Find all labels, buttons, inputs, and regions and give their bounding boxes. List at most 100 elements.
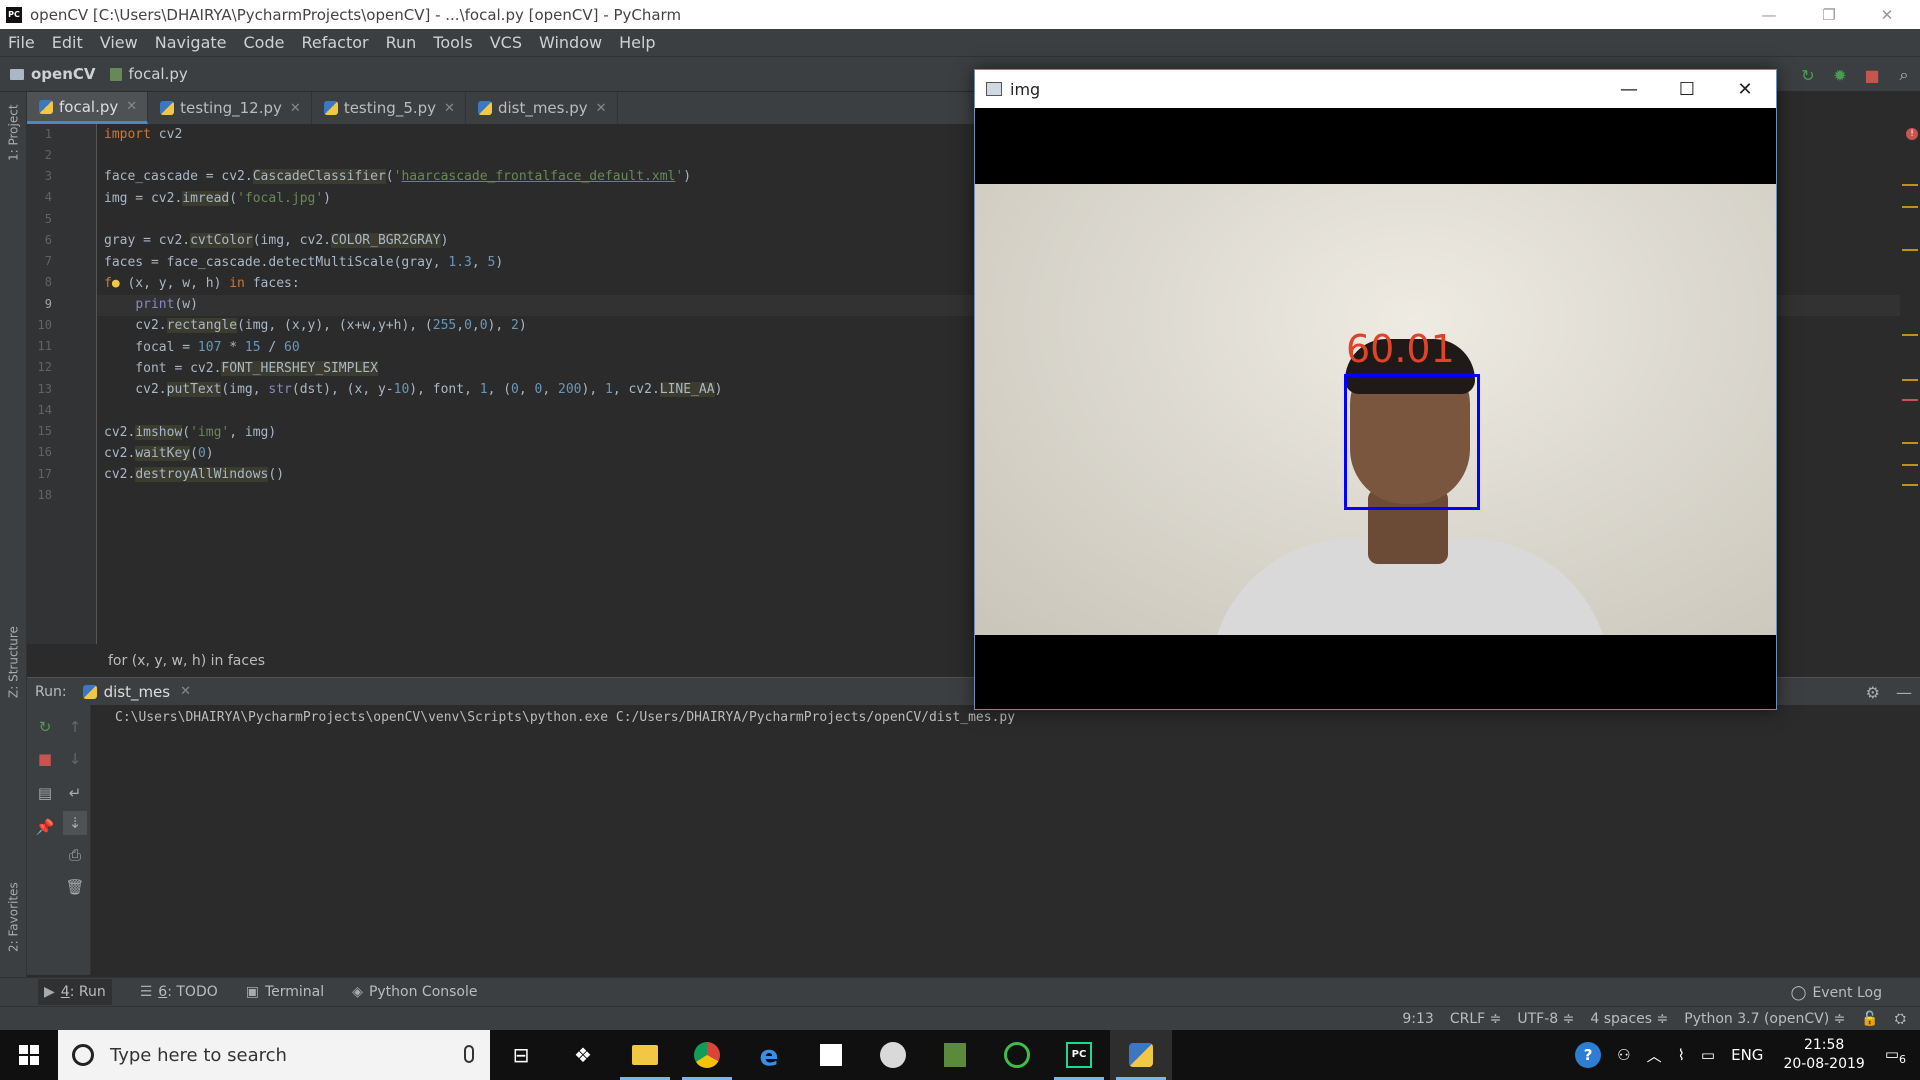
tab-dist-mes[interactable]: dist_mes.py ✕: [466, 92, 618, 124]
dropbox-icon[interactable]: ❖: [552, 1030, 614, 1080]
menu-refactor[interactable]: Refactor: [301, 33, 368, 52]
error-indicator-icon[interactable]: !: [1906, 128, 1918, 140]
tab-testing-12[interactable]: testing_12.py ✕: [148, 92, 312, 124]
favorites-tool-tab[interactable]: 2: Favorites: [0, 867, 27, 967]
scroll-to-end-icon[interactable]: ⇣: [63, 811, 87, 835]
minimize-icon[interactable]: —: [1740, 0, 1798, 29]
menu-vcs[interactable]: VCS: [490, 33, 522, 52]
inspector-icon[interactable]: ⛭: [1895, 1011, 1906, 1027]
restore-icon[interactable]: ❐: [1800, 0, 1858, 29]
python-taskbar-icon[interactable]: [1110, 1030, 1172, 1080]
menu-bar: File Edit View Navigate Code Refactor Ru…: [0, 29, 1920, 56]
close-tab-icon[interactable]: ✕: [290, 101, 301, 116]
lock-icon[interactable]: 🔓: [1861, 1011, 1878, 1027]
menu-view[interactable]: View: [100, 33, 138, 52]
warning-marker[interactable]: [1902, 379, 1918, 381]
todo-tool-tab[interactable]: ☰ 6 : TODO: [140, 984, 218, 1000]
close-tab-icon[interactable]: ✕: [596, 101, 607, 116]
terminal-tool-tab[interactable]: ▣ Terminal: [246, 984, 324, 1000]
warning-marker[interactable]: [1902, 484, 1918, 486]
close-icon[interactable]: ✕: [1858, 0, 1916, 29]
layout-icon[interactable]: ▤: [33, 781, 57, 805]
rerun-icon[interactable]: ↻: [33, 715, 57, 739]
breadcrumb-file[interactable]: focal.py: [109, 65, 188, 83]
up-arrow-icon[interactable]: ↑: [63, 715, 87, 739]
loader-app-icon[interactable]: [986, 1030, 1048, 1080]
file-encoding[interactable]: UTF-8 ≑: [1517, 1011, 1574, 1027]
file-explorer-icon[interactable]: [614, 1030, 676, 1080]
debug-icon[interactable]: ✹: [1824, 57, 1856, 93]
microphone-icon[interactable]: [464, 1045, 474, 1063]
edge-icon[interactable]: e: [738, 1030, 800, 1080]
menu-window[interactable]: Window: [539, 33, 602, 52]
task-view-icon[interactable]: ⊟: [490, 1030, 552, 1080]
opencv-image-window[interactable]: img — ☐ ✕ 60.01: [974, 69, 1777, 710]
menu-navigate[interactable]: Navigate: [155, 33, 227, 52]
menu-help[interactable]: Help: [619, 33, 655, 52]
warning-marker[interactable]: [1902, 334, 1918, 336]
app-icon[interactable]: [862, 1030, 924, 1080]
notification-icon[interactable]: ▭6: [1885, 1045, 1906, 1066]
people-icon[interactable]: ⚇: [1617, 1046, 1630, 1064]
close-tab-icon[interactable]: ✕: [126, 99, 137, 114]
run-tool-tab[interactable]: ▶ 4 : Run: [38, 979, 112, 1005]
cv-close-icon[interactable]: ✕: [1716, 70, 1774, 108]
error-stripe[interactable]: [1900, 124, 1920, 644]
chevron-up-icon[interactable]: ︿: [1647, 1045, 1662, 1066]
print-icon[interactable]: ⎙: [63, 843, 87, 867]
soft-wrap-icon[interactable]: ↵: [63, 781, 87, 805]
cv-window-titlebar[interactable]: img — ☐ ✕: [975, 70, 1776, 108]
menu-code[interactable]: Code: [244, 33, 285, 52]
line-separator[interactable]: CRLF ≑: [1450, 1011, 1502, 1027]
search-everywhere-icon[interactable]: ⌕: [1888, 57, 1920, 93]
menu-file[interactable]: File: [8, 33, 35, 52]
taskbar-search[interactable]: Type here to search: [58, 1030, 490, 1080]
project-tool-tab[interactable]: 1: Project: [0, 98, 27, 168]
down-arrow-icon[interactable]: ↓: [63, 747, 87, 771]
language-indicator[interactable]: ENG: [1731, 1046, 1763, 1064]
indent-setting[interactable]: 4 spaces ≑: [1590, 1011, 1668, 1027]
caret-position[interactable]: 9:13: [1402, 1011, 1433, 1027]
structure-tool-tab[interactable]: Z: Structure: [0, 612, 27, 712]
tab-testing-5[interactable]: testing_5.py ✕: [312, 92, 466, 124]
cv-minimize-icon[interactable]: —: [1600, 70, 1658, 108]
breadcrumb-project[interactable]: openCV: [10, 65, 96, 83]
settings-gear-icon[interactable]: ⚙: [1866, 683, 1880, 702]
stop-icon[interactable]: ■: [33, 747, 57, 771]
warning-marker[interactable]: [1902, 442, 1918, 444]
menu-run[interactable]: Run: [386, 33, 417, 52]
menu-tools[interactable]: Tools: [433, 33, 472, 52]
trash-icon[interactable]: 🗑: [63, 875, 87, 899]
event-log-label: Event Log: [1812, 984, 1882, 1001]
python-console-tool-tab[interactable]: ◈ Python Console: [352, 984, 477, 1000]
rerun-icon[interactable]: ↻: [1792, 57, 1824, 93]
pin-icon[interactable]: 📌: [33, 815, 57, 839]
chrome-icon[interactable]: [676, 1030, 738, 1080]
title-bar: PC openCV [C:\Users\DHAIRYA\PycharmProje…: [0, 0, 1920, 29]
error-marker[interactable]: [1902, 399, 1918, 401]
warning-marker[interactable]: [1902, 184, 1918, 186]
start-button[interactable]: [0, 1030, 58, 1080]
warning-marker[interactable]: [1902, 206, 1918, 208]
run-console[interactable]: C:\Users\DHAIRYA\PycharmProjects\openCV\…: [91, 705, 1920, 975]
run-tab-dist-mes[interactable]: dist_mes ✕: [82, 683, 191, 701]
event-log-tab[interactable]: ◯ Event Log: [1791, 978, 1882, 1007]
hide-panel-icon[interactable]: —: [1896, 683, 1912, 702]
menu-edit[interactable]: Edit: [52, 33, 83, 52]
interpreter-setting[interactable]: Python 3.7 (openCV) ≑: [1684, 1011, 1845, 1027]
help-icon[interactable]: ?: [1575, 1042, 1602, 1068]
close-tab-icon[interactable]: ✕: [444, 101, 455, 116]
battery-icon[interactable]: ▭: [1701, 1046, 1715, 1064]
cv-maximize-icon[interactable]: ☐: [1658, 70, 1716, 108]
warning-marker[interactable]: [1902, 249, 1918, 251]
clock[interactable]: 21:58 20-08-2019: [1783, 1036, 1864, 1074]
editor-breadcrumb[interactable]: for (x, y, w, h) in faces: [97, 647, 977, 675]
wifi-icon[interactable]: ⌇: [1678, 1046, 1685, 1064]
tab-focal[interactable]: focal.py ✕: [27, 92, 149, 124]
warning-marker[interactable]: [1902, 464, 1918, 466]
stop-icon[interactable]: ■: [1856, 57, 1888, 93]
photo-app-icon[interactable]: [924, 1030, 986, 1080]
store-icon[interactable]: [800, 1030, 862, 1080]
close-tab-icon[interactable]: ✕: [180, 684, 191, 699]
pycharm-taskbar-icon[interactable]: PC: [1048, 1030, 1110, 1080]
